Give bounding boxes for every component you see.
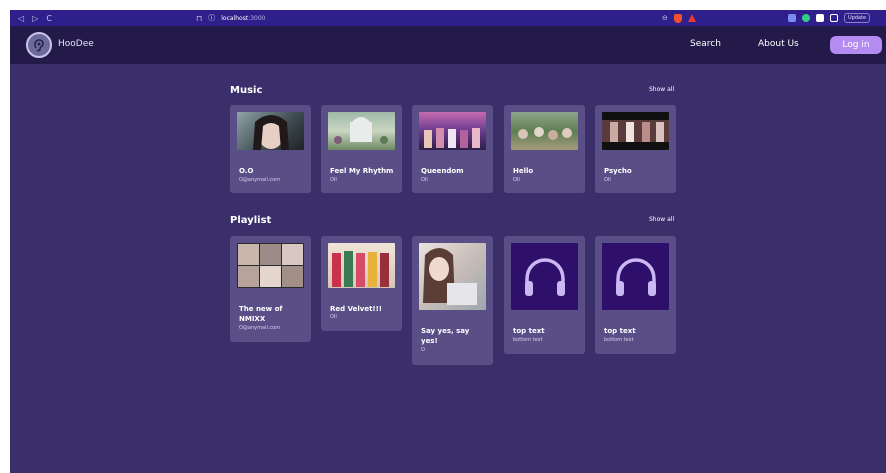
app-page: HooDee Search About Us Log in Music Show… [10,26,886,473]
playlist-card[interactable]: Red Velvet!!! OII [321,236,402,331]
rewards-icon[interactable] [687,14,696,22]
card-subtitle: OII [421,177,428,183]
bookmark-icon[interactable]: ⊓ [196,14,202,23]
card-subtitle: O@anymail.com [239,177,281,183]
music-card[interactable]: O.O O@anymail.com [230,105,311,193]
playlist-show-all-link[interactable]: Show all [649,216,674,223]
album-cover-image [419,112,486,150]
reload-icon[interactable]: C [46,14,52,23]
headphones-icon [511,243,578,310]
card-subtitle: OII [513,177,520,183]
extension-green-icon[interactable] [802,14,810,22]
puzzle-icon[interactable] [816,14,824,22]
logo-ear-icon[interactable] [26,32,52,58]
playlist-card[interactable]: top text bottom text [595,236,676,354]
login-button[interactable]: Log in [830,36,882,54]
back-icon[interactable]: ◁ [18,14,24,23]
site-info-icon[interactable]: ⓘ [208,13,215,23]
playlist-cover-image [419,243,486,310]
playlist-card[interactable]: Say yes, say yes! O [412,236,493,365]
playlist-card[interactable]: top text bottom text [504,236,585,354]
nav-about-link[interactable]: About Us [758,39,799,49]
address-bar[interactable]: ⊓ ⓘ localhost:3000 [196,10,265,26]
playlist-cover-image [511,243,578,310]
playlist-cover-image [237,243,304,288]
top-nav: HooDee Search About Us Log in [10,26,886,64]
address-bar-actions: ⊖ [662,10,696,26]
music-card[interactable]: Psycho OII [595,105,676,193]
url-port: :3000 [248,14,266,22]
card-title: Queendom [421,167,464,175]
logo-text[interactable]: HooDee [58,39,94,49]
card-subtitle: OII [330,177,337,183]
music-card[interactable]: Hello OII [504,105,585,193]
card-subtitle: O@anymail.com [239,325,281,331]
card-title: Red Velvet!!! [330,305,383,313]
forward-icon[interactable]: ▷ [32,14,38,23]
extension-icon[interactable] [788,14,796,22]
music-show-all-link[interactable]: Show all [649,86,674,93]
card-subtitle: OII [330,314,337,320]
album-cover-image [511,112,578,150]
playlist-cover-image [602,243,669,310]
card-title: Feel My Rhythm [330,167,394,175]
card-subtitle: bottom text [513,337,543,343]
card-title: The new of NMIXX [239,305,283,323]
music-section-title: Music [230,85,263,96]
card-subtitle: O [421,347,425,353]
window-icon[interactable] [830,14,838,22]
card-title: top text [513,327,545,335]
music-card[interactable]: Feel My Rhythm OII [321,105,402,193]
card-title: Psycho [604,167,632,175]
nav-search-link[interactable]: Search [690,39,721,49]
music-card[interactable]: Queendom OII [412,105,493,193]
brave-shield-icon[interactable] [673,13,682,23]
album-cover-image [602,112,669,150]
url-host: localhost [221,14,249,22]
card-title: Say yes, say yes! [421,327,470,345]
playlist-card[interactable]: The new of NMIXX O@anymail.com [230,236,311,342]
card-title: O.O [239,167,254,175]
card-subtitle: bottom text [604,337,634,343]
card-subtitle: OII [604,177,611,183]
headphones-icon [602,243,669,310]
playlist-section-title: Playlist [230,215,272,226]
browser-toolbar: ◁ ▷ C ⊓ ⓘ localhost:3000 ⊖ Update [10,10,886,26]
album-cover-image [328,112,395,150]
browser-nav: ◁ ▷ C [10,14,70,23]
extensions-bar: Update [788,10,871,26]
update-button[interactable]: Update [844,13,871,23]
card-title: top text [604,327,636,335]
card-title: Hello [513,167,534,175]
zoom-icon[interactable]: ⊖ [662,14,668,22]
playlist-cover-image [328,243,395,288]
album-cover-image [237,112,304,150]
